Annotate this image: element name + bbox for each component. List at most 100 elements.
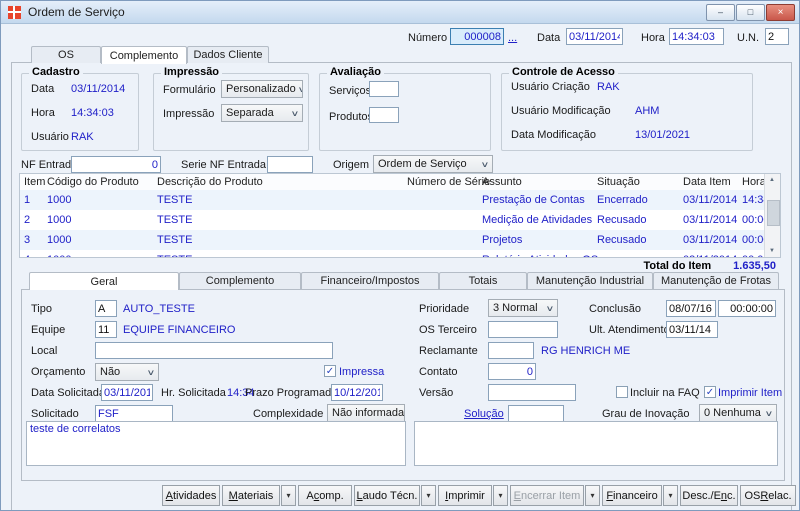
scroll-down-icon[interactable]: ▼ — [765, 248, 779, 254]
impressao-select[interactable]: Separada ∨ — [221, 104, 303, 122]
table-scrollbar[interactable]: ▲ ▼ — [764, 174, 780, 257]
data-input[interactable] — [566, 28, 623, 45]
tipo-label: Tipo — [31, 303, 52, 315]
contato-input[interactable] — [488, 363, 536, 380]
table-row-2[interactable]: 21000TESTEMedição de AtividadesRecusado0… — [20, 210, 765, 230]
impressa-checkbox[interactable]: ✓ — [324, 365, 336, 377]
cell-data_item: 03/11/2014 — [683, 254, 737, 258]
orcamento-select[interactable]: Não ∨ — [95, 363, 159, 381]
produtos-input[interactable] — [369, 107, 399, 123]
column-header-hora[interactable]: Hora — [742, 176, 766, 188]
bottom-tab-bar: GeralComplementoFinanceiro/ImpostosTotai… — [29, 272, 779, 290]
laudo-tecn-button[interactable]: Laudo Técn. — [354, 485, 420, 506]
grau-inovacao-select[interactable]: 0 Nenhuma ∨ — [699, 404, 777, 422]
tab-geral[interactable]: Geral — [29, 272, 179, 290]
data-modificacao-value: 13/01/2021 — [635, 129, 690, 141]
avaliacao-title: Avaliação — [327, 66, 384, 78]
solucao-input[interactable] — [508, 405, 564, 422]
table-row-4[interactable]: 41000TESTERelatório Atividades OS03/11/2… — [20, 250, 765, 258]
data-label: Data — [537, 32, 560, 44]
orcamento-value: Não — [100, 366, 120, 378]
tab-os[interactable]: OS — [31, 46, 101, 63]
column-header-item[interactable]: Item — [24, 176, 45, 188]
un-input[interactable] — [765, 28, 789, 45]
materiais-dropdown-icon[interactable]: ▾ — [281, 485, 296, 506]
prazo-programado-label: Prazo Programado — [245, 387, 337, 399]
imprimir-item-checkbox[interactable]: ✓ — [704, 386, 716, 398]
usuario-modificacao-label: Usuário Modificação — [511, 105, 611, 117]
tab-complemento-inferior[interactable]: Complemento — [179, 272, 301, 289]
incluir-na-faq-checkbox[interactable] — [616, 386, 628, 398]
formulario-select[interactable]: Personalizado ∨ — [221, 80, 303, 98]
reclamante-input[interactable] — [488, 342, 534, 359]
numero-lookup-link[interactable]: ... — [508, 32, 517, 44]
atividades-button[interactable]: Atividades — [162, 485, 220, 506]
tab-dados-cliente[interactable]: Dados Cliente — [187, 46, 269, 63]
conclusao-time-input[interactable] — [718, 300, 776, 317]
table-row-1[interactable]: 11000TESTEPrestação de ContasEncerrado03… — [20, 190, 765, 210]
tab-complemento[interactable]: Complemento — [101, 46, 187, 64]
os-terceiro-input[interactable] — [488, 321, 558, 338]
total-row: Total do Item 1.635,50 — [401, 260, 776, 272]
cell-codigo: 1000 — [47, 234, 71, 246]
minimize-icon[interactable]: – — [706, 4, 735, 21]
column-header-numero_serie[interactable]: Número de Série — [407, 176, 490, 188]
app-icon — [8, 6, 21, 19]
cell-situacao: Recusado — [597, 234, 647, 246]
solucao-link[interactable]: Solução — [464, 408, 504, 420]
cell-data_item: 03/11/2014 — [683, 214, 737, 226]
scroll-up-icon[interactable]: ▲ — [765, 177, 779, 183]
maximize-icon[interactable]: □ — [736, 4, 765, 21]
ult-atendimento-input[interactable] — [666, 321, 718, 338]
desc-enc-button[interactable]: Desc./Enc. — [680, 485, 738, 506]
encerrar-item-dropdown-icon[interactable]: ▾ — [585, 485, 600, 506]
local-input[interactable] — [95, 342, 333, 359]
grau-inovacao-value: 0 Nenhuma — [704, 407, 761, 419]
observacao-left-textarea[interactable]: teste de correlatos — [26, 421, 406, 466]
scrollbar-thumb[interactable] — [767, 200, 780, 226]
hora-input[interactable] — [669, 28, 724, 45]
financeiro-button[interactable]: Financeiro — [602, 485, 662, 506]
cadastro-usuario-label: Usuário — [31, 131, 69, 143]
tab-financeiro-impostos[interactable]: Financeiro/Impostos — [301, 272, 439, 289]
os-relac-button[interactable]: OS Relac. — [740, 485, 796, 506]
prazo-programado-input[interactable] — [331, 384, 383, 401]
acomp-button[interactable]: Acomp. — [298, 485, 352, 506]
numero-input[interactable] — [450, 28, 504, 45]
close-icon[interactable]: × — [766, 4, 795, 21]
tab-manutencao-de-frotas[interactable]: Manutenção de Frotas — [653, 272, 779, 289]
data-solicitada-input[interactable] — [101, 384, 153, 401]
financeiro-dropdown-icon[interactable]: ▾ — [663, 485, 678, 506]
total-do-item-label: Total do Item — [644, 260, 712, 272]
laudo-tecn-dropdown-icon[interactable]: ▾ — [421, 485, 436, 506]
prioridade-select[interactable]: 3 Normal ∨ — [488, 299, 558, 317]
chevron-down-icon: ∨ — [147, 368, 156, 377]
column-header-descricao[interactable]: Descrição do Produto — [157, 176, 263, 188]
nf-entrada-input[interactable] — [71, 156, 161, 173]
column-header-assunto[interactable]: Assunto — [482, 176, 522, 188]
tab-manutencao-industrial[interactable]: Manutenção Industrial — [527, 272, 653, 289]
encerrar-item-button[interactable]: Encerrar Item — [510, 485, 584, 506]
un-label: U.N. — [737, 32, 759, 44]
conclusao-date-input[interactable] — [666, 300, 716, 317]
tab-totais[interactable]: Totais — [439, 272, 527, 289]
origem-select[interactable]: Ordem de Serviço ∨ — [373, 155, 493, 173]
column-header-situacao[interactable]: Situação — [597, 176, 640, 188]
complexidade-select[interactable]: Não informada ∨ — [327, 404, 405, 422]
equipe-input[interactable] — [95, 321, 117, 338]
orcamento-label: Orçamento — [31, 366, 85, 378]
imprimir-dropdown-icon[interactable]: ▾ — [493, 485, 508, 506]
column-header-data_item[interactable]: Data Item — [683, 176, 731, 188]
versao-input[interactable] — [488, 384, 576, 401]
chevron-down-icon: ∨ — [297, 85, 303, 94]
column-header-codigo[interactable]: Código do Produto — [47, 176, 139, 188]
imprimir-button[interactable]: Imprimir — [438, 485, 492, 506]
observacao-right-textarea[interactable] — [414, 421, 778, 466]
materiais-button[interactable]: Materiais — [222, 485, 280, 506]
serie-nf-entrada-input[interactable] — [267, 156, 313, 173]
solicitado-input[interactable] — [95, 405, 173, 422]
servicos-input[interactable] — [369, 81, 399, 97]
tipo-input[interactable] — [95, 300, 117, 317]
table-row-3[interactable]: 31000TESTEProjetosRecusado03/11/201400:0… — [20, 230, 765, 250]
chevron-down-icon: ∨ — [765, 409, 774, 418]
